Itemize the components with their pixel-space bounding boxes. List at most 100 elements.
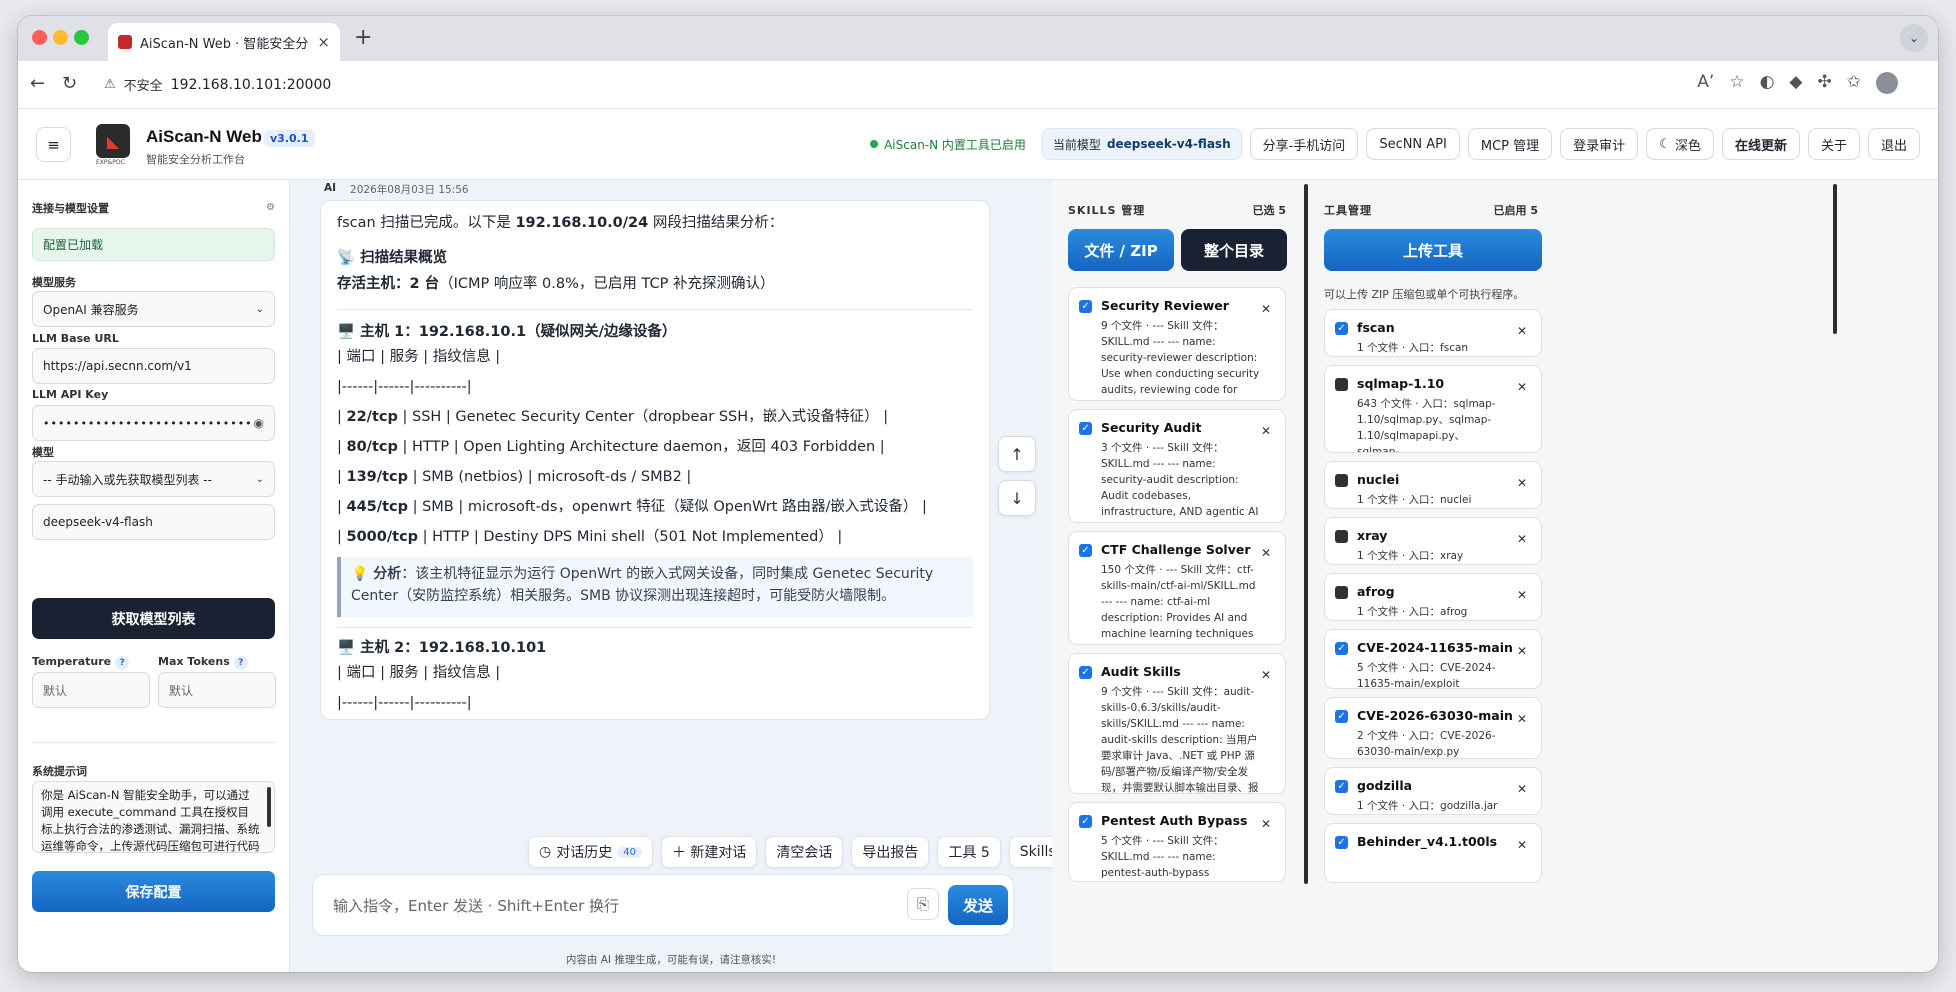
- skill-card[interactable]: ✓ Security Reviewer 9 个文件 · --- Skill 文件…: [1068, 287, 1286, 401]
- tool-card[interactable]: ✓ godzilla 1 个文件 · 入口：godzilla.jar ✕: [1324, 767, 1542, 815]
- tool-card[interactable]: ✓ CVE-2026-63030-main 2 个文件 · 入口：CVE-202…: [1324, 697, 1542, 759]
- api-key-input[interactable]: ••••••••••••••••••••••••••••••••••••••••…: [32, 405, 275, 441]
- online-update-button[interactable]: 在线更新: [1721, 128, 1800, 160]
- logout-button[interactable]: 退出: [1867, 128, 1920, 160]
- model-service-label: 模型服务: [32, 276, 76, 289]
- tool-checkbox[interactable]: ✓: [1335, 474, 1348, 487]
- remove-tool-icon[interactable]: ✕: [1517, 324, 1527, 338]
- remove-skill-icon[interactable]: ✕: [1261, 546, 1271, 560]
- tab-list-icon[interactable]: ⌄: [1900, 24, 1928, 52]
- skill-checkbox[interactable]: ✓: [1079, 815, 1092, 828]
- remove-skill-icon[interactable]: ✕: [1261, 817, 1271, 831]
- show-password-icon[interactable]: ◉: [254, 416, 264, 430]
- shield-extension-icon[interactable]: ◆: [1789, 72, 1802, 94]
- max-tokens-input[interactable]: 默认: [158, 672, 276, 708]
- remove-skill-icon[interactable]: ✕: [1261, 302, 1271, 316]
- puzzle-icon[interactable]: ✣: [1818, 72, 1832, 94]
- new-chat-button[interactable]: ＋ 新建对话: [660, 836, 758, 868]
- tool-card[interactable]: ✓ afrog 1 个文件 · 入口：afrog ✕: [1324, 573, 1542, 621]
- favorites-icon[interactable]: ✩: [1847, 72, 1861, 94]
- remove-tool-icon[interactable]: ✕: [1517, 532, 1527, 546]
- help-icon[interactable]: ?: [233, 656, 248, 670]
- tool-checkbox[interactable]: ✓: [1335, 530, 1348, 543]
- help-icon[interactable]: ?: [115, 656, 130, 670]
- dark-mode-button[interactable]: ☾ 深色: [1646, 128, 1714, 160]
- remove-tool-icon[interactable]: ✕: [1517, 476, 1527, 490]
- tool-checkbox[interactable]: ✓: [1335, 710, 1348, 723]
- close-window-button[interactable]: [32, 30, 47, 45]
- scrollbar[interactable]: [267, 787, 271, 827]
- remove-tool-icon[interactable]: ✕: [1517, 644, 1527, 658]
- read-aloud-icon[interactable]: Aʼ: [1697, 72, 1714, 94]
- tool-card[interactable]: ✓ CVE-2024-11635-main 5 个文件 · 入口：CVE-202…: [1324, 629, 1542, 689]
- remove-skill-icon[interactable]: ✕: [1261, 668, 1271, 682]
- base-url-input[interactable]: https://api.secnn.com/v1: [32, 348, 275, 384]
- attach-icon[interactable]: ⎘: [907, 888, 939, 920]
- remove-tool-icon[interactable]: ✕: [1517, 838, 1527, 852]
- profile-avatar[interactable]: [1876, 72, 1898, 94]
- skill-checkbox[interactable]: ✓: [1079, 300, 1092, 313]
- skill-card[interactable]: ✓ CTF Challenge Solver 150 个文件 · --- Ski…: [1068, 531, 1286, 645]
- fetch-models-button[interactable]: 获取模型列表: [32, 598, 275, 639]
- tool-checkbox[interactable]: ✓: [1335, 586, 1348, 599]
- model-select[interactable]: -- 手动输入或先获取模型列表 -- ⌄: [32, 461, 275, 497]
- send-button[interactable]: 发送: [948, 885, 1008, 925]
- remove-tool-icon[interactable]: ✕: [1517, 782, 1527, 796]
- clear-chat-button[interactable]: 清空会话: [765, 836, 844, 868]
- remove-tool-icon[interactable]: ✕: [1517, 588, 1527, 602]
- skill-card[interactable]: ✓ Pentest Auth Bypass 5 个文件 · --- Skill …: [1068, 802, 1286, 882]
- tool-card[interactable]: ✓ fscan 1 个文件 · 入口：fscan ✕: [1324, 309, 1542, 357]
- save-config-button[interactable]: 保存配置: [32, 871, 275, 912]
- scrollbar[interactable]: [1833, 184, 1837, 334]
- skill-card[interactable]: ✓ Security Audit 3 个文件 · --- Skill 文件：SK…: [1068, 409, 1286, 523]
- scroll-up-button[interactable]: ↑: [998, 436, 1036, 472]
- upload-zip-button[interactable]: 文件 / ZIP: [1068, 229, 1174, 271]
- login-audit-button[interactable]: 登录审计: [1560, 128, 1639, 160]
- skill-checkbox[interactable]: ✓: [1079, 422, 1092, 435]
- tool-checkbox[interactable]: ✓: [1335, 836, 1348, 849]
- share-mobile-button[interactable]: 分享-手机访问: [1249, 128, 1359, 160]
- model-input[interactable]: deepseek-v4-flash: [32, 504, 275, 540]
- tools-count-button[interactable]: 工具 5: [937, 836, 1001, 868]
- new-tab-button[interactable]: +: [354, 25, 372, 50]
- about-button[interactable]: 关于: [1807, 128, 1860, 160]
- model-service-select[interactable]: OpenAI 兼容服务 ⌄: [32, 291, 275, 327]
- remove-skill-icon[interactable]: ✕: [1261, 424, 1271, 438]
- bookmark-star-icon[interactable]: ☆: [1729, 72, 1744, 94]
- maximize-window-button[interactable]: [74, 30, 89, 45]
- mcp-manage-button[interactable]: MCP 管理: [1467, 128, 1553, 160]
- tool-checkbox[interactable]: ✓: [1335, 322, 1348, 335]
- tab-close-icon[interactable]: ×: [317, 33, 330, 51]
- tool-checkbox[interactable]: ✓: [1335, 642, 1348, 655]
- upload-directory-button[interactable]: 整个目录: [1181, 229, 1287, 271]
- remove-tool-icon[interactable]: ✕: [1517, 712, 1527, 726]
- system-prompt-textarea[interactable]: 你是 AiScan-N 智能安全助手，可以通过调用 execute_comman…: [32, 781, 275, 853]
- history-button[interactable]: ◷ 对话历史 40: [528, 836, 653, 868]
- upload-tool-button[interactable]: 上传工具: [1324, 229, 1542, 271]
- tool-checkbox[interactable]: ✓: [1335, 780, 1348, 793]
- browser-tab[interactable]: AiScan-N Web · 智能安全分析工作台 ×: [108, 23, 340, 61]
- tool-card[interactable]: ✓ sqlmap-1.10 643 个文件 · 入口：sqlmap-1.10/s…: [1324, 365, 1542, 453]
- secnn-api-button[interactable]: SecNN API: [1366, 128, 1460, 160]
- chat-input[interactable]: 输入指令，Enter 发送 · Shift+Enter 换行 ⎘ 发送: [312, 874, 1014, 936]
- scroll-down-button[interactable]: ↓: [998, 480, 1036, 516]
- reload-icon[interactable]: ↻: [62, 73, 77, 94]
- url-field[interactable]: ⚠ 不安全 192.168.10.101:20000: [92, 69, 1360, 100]
- skill-checkbox[interactable]: ✓: [1079, 666, 1092, 679]
- menu-icon[interactable]: ≡: [36, 127, 71, 162]
- tool-card[interactable]: ✓ nuclei 1 个文件 · 入口：nuclei ✕: [1324, 461, 1542, 509]
- tool-card[interactable]: ✓ xray 1 个文件 · 入口：xray ✕: [1324, 517, 1542, 565]
- skills-count-button[interactable]: Skills 5: [1008, 836, 1052, 868]
- skill-checkbox[interactable]: ✓: [1079, 544, 1092, 557]
- remove-tool-icon[interactable]: ✕: [1517, 380, 1527, 394]
- scrollbar[interactable]: [1304, 184, 1308, 884]
- temperature-input[interactable]: 默认: [32, 672, 150, 708]
- extension-icon[interactable]: ◐: [1760, 72, 1775, 94]
- settings-gear-icon[interactable]: ⚙: [266, 202, 275, 213]
- skill-card[interactable]: ✓ Audit Skills 9 个文件 · --- Skill 文件：audi…: [1068, 653, 1286, 794]
- export-report-button[interactable]: 导出报告: [851, 836, 930, 868]
- back-icon[interactable]: ←: [30, 73, 45, 94]
- minimize-window-button[interactable]: [53, 30, 68, 45]
- tool-checkbox[interactable]: ✓: [1335, 378, 1348, 391]
- tool-card[interactable]: ✓ Behinder_v4.1.t00ls ✕: [1324, 823, 1542, 883]
